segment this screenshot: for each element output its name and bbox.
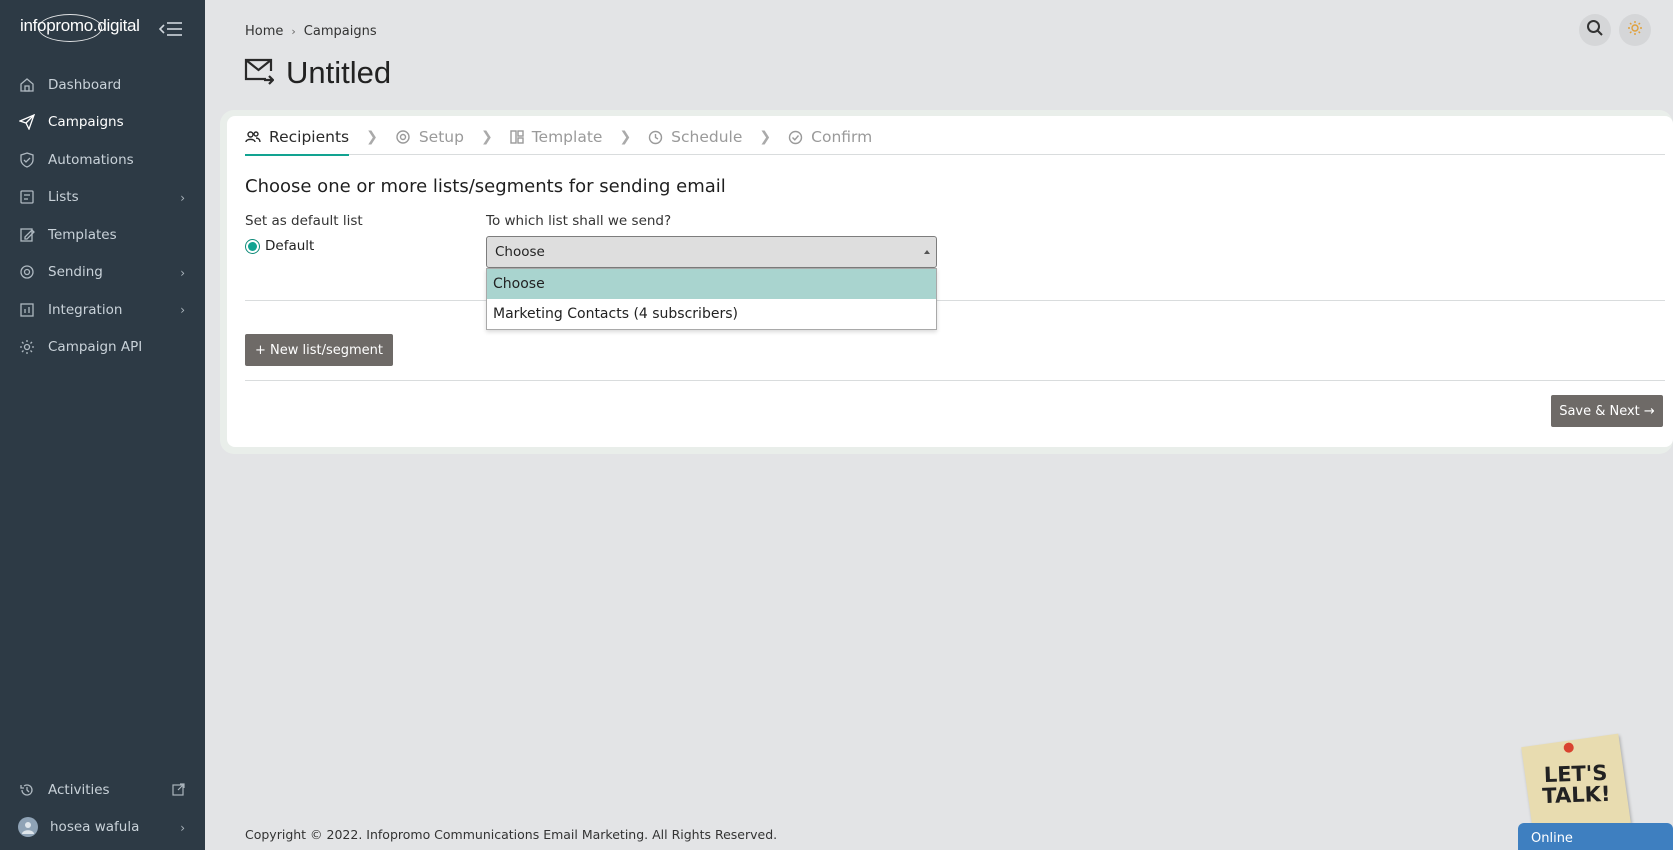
sidebar-item-label: Automations	[48, 151, 134, 168]
gear-icon	[18, 338, 36, 356]
sidebar-item-label: Sending	[48, 264, 103, 281]
sidebar-item-label: Templates	[48, 226, 117, 243]
default-list-label: Set as default list	[245, 213, 363, 229]
external-link-icon[interactable]	[172, 783, 185, 799]
chevron-right-icon: ❯	[759, 129, 772, 145]
avatar	[18, 817, 38, 838]
sidebar-item-label: Lists	[48, 189, 79, 206]
lets-talk-sticker[interactable]: LET'S TALK!	[1521, 733, 1631, 837]
chevron-right-icon: ›	[180, 303, 185, 317]
default-radio[interactable]: Default	[245, 238, 314, 254]
list-select[interactable]: Choose	[486, 236, 937, 268]
home-icon	[18, 76, 36, 94]
search-button[interactable]	[1579, 14, 1611, 46]
breadcrumb-current[interactable]: Campaigns	[304, 24, 377, 39]
breadcrumb-home[interactable]: Home	[245, 24, 283, 39]
sidebar-item-dashboard[interactable]: Dashboard	[0, 66, 205, 104]
chat-status-tab[interactable]: Online	[1518, 823, 1673, 850]
integration-icon	[18, 301, 36, 319]
step-label: Confirm	[811, 128, 873, 146]
page-title: Untitled	[286, 55, 392, 90]
users-icon	[245, 130, 261, 144]
chevron-right-icon: ›	[180, 820, 185, 835]
tab-template[interactable]: Template	[510, 120, 603, 155]
theme-toggle-button[interactable]	[1619, 14, 1651, 46]
layout-icon	[510, 130, 524, 144]
sidebar-item-label: Campaigns	[48, 114, 124, 131]
shield-check-icon	[18, 151, 36, 169]
sidebar-item-label: Integration	[48, 301, 123, 318]
chevron-right-icon: ❯	[619, 129, 632, 145]
clock-icon	[648, 130, 663, 145]
footer-copyright: Copyright © 2022. Infopromo Communicatio…	[245, 827, 778, 842]
list-icon	[18, 188, 36, 206]
top-actions	[1579, 14, 1651, 46]
chevron-right-icon: ❯	[366, 129, 378, 145]
mail-send-icon	[244, 57, 275, 89]
divider	[245, 380, 1665, 381]
sidebar-item-lists[interactable]: Lists ›	[0, 179, 205, 217]
edit-icon	[18, 226, 36, 244]
history-icon	[18, 781, 36, 799]
brand-logo-text: infopromo.digital	[20, 14, 140, 42]
pin-icon	[1563, 742, 1575, 754]
chevron-right-icon: ›	[180, 190, 185, 205]
list-select-value: Choose	[495, 244, 545, 260]
user-name: hosea wafula	[50, 819, 140, 836]
tab-confirm[interactable]: Confirm	[788, 120, 872, 155]
tab-setup[interactable]: Setup	[395, 120, 464, 155]
page-header: Untitled	[244, 55, 391, 91]
new-list-segment-button[interactable]: + New list/segment	[245, 334, 393, 366]
paper-plane-icon	[18, 113, 36, 131]
save-next-button[interactable]: Save & Next →	[1551, 395, 1663, 427]
check-circle-icon	[788, 130, 803, 145]
caret-up-icon	[924, 250, 930, 254]
sidebar-item-campaigns[interactable]: Campaigns	[0, 104, 205, 142]
breadcrumb-separator-icon: ›	[291, 25, 296, 38]
chat-status-label: Online	[1531, 831, 1573, 846]
sidebar-nav: Dashboard Campaigns Automations Lists ›	[0, 66, 205, 366]
lets-talk-text: LET'S TALK!	[1541, 760, 1611, 809]
search-icon	[1586, 19, 1604, 41]
campaign-card	[227, 116, 1673, 447]
sidebar-item-campaign-api[interactable]: Campaign API	[0, 329, 205, 367]
sending-icon	[18, 263, 36, 281]
dropdown-option[interactable]: Choose	[487, 269, 936, 299]
sidebar-item-automations[interactable]: Automations	[0, 141, 205, 179]
sidebar-item-label: Campaign API	[48, 339, 143, 356]
sidebar-item-templates[interactable]: Templates	[0, 216, 205, 254]
sidebar-item-label: Activities	[48, 781, 110, 798]
which-list-label: To which list shall we send?	[486, 213, 672, 229]
chevron-right-icon: ❯	[480, 129, 493, 145]
step-label: Template	[531, 128, 603, 146]
breadcrumb: Home › Campaigns	[245, 24, 377, 39]
radio-button[interactable]	[245, 238, 260, 254]
default-radio-label: Default	[265, 238, 315, 254]
gear-icon	[395, 129, 411, 145]
step-label: Recipients	[269, 128, 350, 146]
sidebar-item-sending[interactable]: Sending ›	[0, 254, 205, 292]
sidebar-item-label: Dashboard	[48, 76, 122, 93]
tab-recipients[interactable]: Recipients	[245, 120, 350, 156]
divider	[245, 300, 1665, 301]
wizard-steps: Recipients ❯ Setup ❯ Template ❯ Schedule…	[245, 120, 1665, 156]
chevron-right-icon: ›	[180, 265, 185, 280]
sidebar-item-integration[interactable]: Integration ›	[0, 291, 205, 329]
step-label: Schedule	[671, 128, 743, 146]
brand-logo[interactable]: infopromo.digital	[20, 14, 140, 42]
step-label: Setup	[418, 128, 464, 146]
list-select-dropdown: Choose Marketing Contacts (4 subscribers…	[486, 268, 937, 330]
sidebar-bottom: Activities hosea wafula ›	[0, 771, 205, 846]
sun-icon	[1627, 20, 1643, 40]
section-title: Choose one or more lists/segments for se…	[245, 176, 726, 197]
dropdown-option[interactable]: Marketing Contacts (4 subscribers)	[487, 299, 936, 329]
tab-schedule[interactable]: Schedule	[648, 120, 742, 155]
collapse-sidebar-icon[interactable]	[158, 20, 184, 38]
sidebar-item-user[interactable]: hosea wafula ›	[0, 809, 205, 847]
sidebar: infopromo.digital Dashboard Campaigns Au…	[0, 0, 205, 850]
sidebar-item-activities[interactable]: Activities	[0, 771, 205, 809]
